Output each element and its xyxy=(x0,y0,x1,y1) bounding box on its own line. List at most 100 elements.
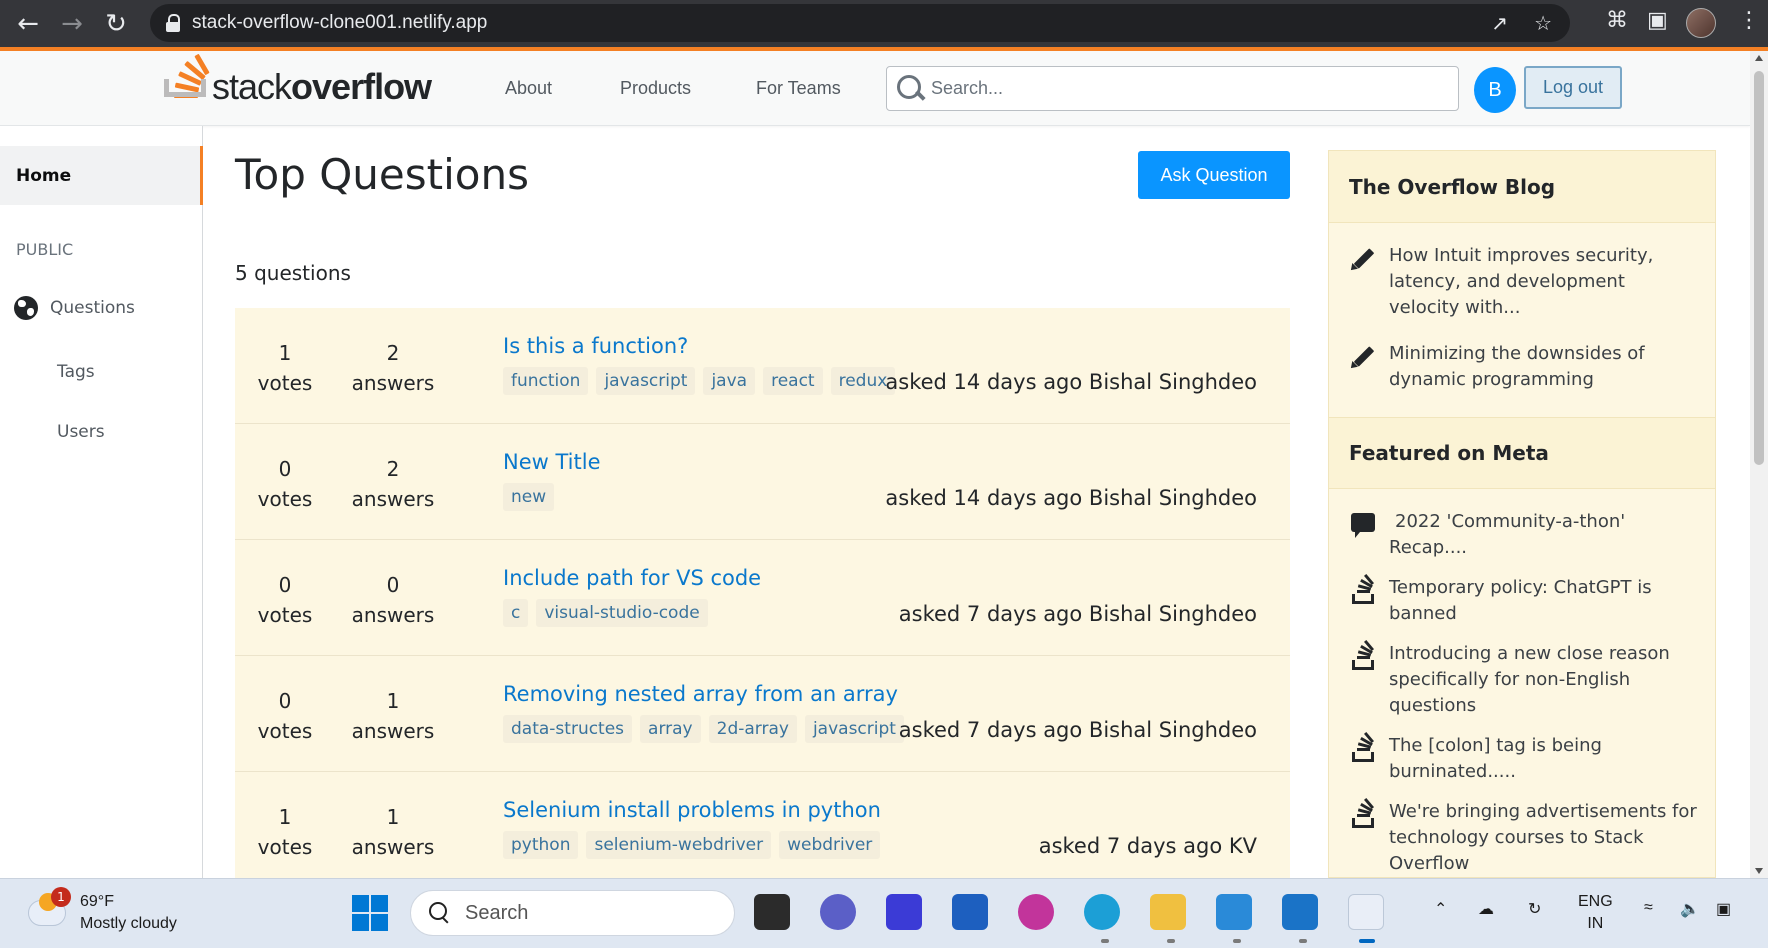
user-avatar[interactable]: B xyxy=(1474,67,1516,113)
back-icon[interactable]: ← xyxy=(6,2,50,46)
photos-icon[interactable] xyxy=(1216,894,1252,930)
question-title-link[interactable]: New Title xyxy=(503,450,600,474)
question-row: 0 votes 1 answers Removing nested array from… xyxy=(235,656,1290,772)
sidebar-item-tags[interactable]: Tags xyxy=(57,362,95,382)
weather-widget[interactable]: 1 69°F Mostly cloudy xyxy=(28,887,177,935)
sidebar-section-public: PUBLIC xyxy=(16,240,74,259)
question-count: 5 questions xyxy=(235,261,351,285)
address-bar[interactable]: stack-overflow-clone001.netlify.app ↗ ☆ xyxy=(150,4,1570,42)
question-row: 0 votes 0 answers Include path for VS code c v… xyxy=(235,540,1290,656)
question-tag[interactable]: function xyxy=(503,367,589,395)
scrollbar-thumb[interactable] xyxy=(1754,71,1764,465)
extension-icon[interactable]: ⌘ xyxy=(1606,8,1628,33)
file-manager-icon[interactable] xyxy=(754,894,790,930)
question-title-link[interactable]: Include path for VS code xyxy=(503,566,761,590)
blog-item[interactable]: How Intuit improves security, latency, a… xyxy=(1329,243,1715,321)
asked-info: asked 7 days ago Bishal Singhdeo xyxy=(898,602,1257,626)
blog-item[interactable]: Minimizing the downsides of dynamic prog… xyxy=(1329,341,1715,393)
edge-browser-icon[interactable] xyxy=(1084,894,1120,930)
sidebar-item-users[interactable]: Users xyxy=(57,422,105,442)
side-panel-icon[interactable]: ▣ xyxy=(1647,8,1668,33)
question-row: 1 votes 2 answers Is this a function? functio… xyxy=(235,308,1290,424)
wifi-icon[interactable]: ≈ xyxy=(1644,899,1653,917)
left-sidebar: Home PUBLIC Questions Tags Users xyxy=(0,126,203,878)
meta-item[interactable]: The [colon] tag is being burninated..... xyxy=(1329,731,1715,785)
sync-icon[interactable]: ↻ xyxy=(1528,899,1541,919)
meta-item-text: Temporary policy: ChatGPT is banned xyxy=(1389,577,1652,624)
reload-icon[interactable]: ↻ xyxy=(94,2,138,46)
blog-item-text: Minimizing the downsides of dynamic prog… xyxy=(1389,343,1645,390)
tag-list: c visual-studio-code xyxy=(503,599,708,627)
search-input[interactable] xyxy=(931,78,1431,99)
chevron-up-icon[interactable]: ⌃ xyxy=(1434,899,1447,919)
question-tag[interactable]: visual-studio-code xyxy=(536,599,708,627)
question-tag[interactable]: python xyxy=(503,831,579,859)
meta-item[interactable]: Temporary policy: ChatGPT is banned xyxy=(1329,573,1715,627)
question-tag[interactable]: webdriver xyxy=(779,831,881,859)
logout-button[interactable]: Log out xyxy=(1524,66,1622,109)
cloud-offline-icon[interactable]: ☁ xyxy=(1478,899,1494,919)
question-tag[interactable]: javascript xyxy=(596,367,696,395)
taskbar-search[interactable]: Search xyxy=(410,890,735,936)
weather-cloud-icon: 1 xyxy=(28,887,71,926)
search-icon xyxy=(429,902,451,924)
asked-info: asked 7 days ago Bishal Singhdeo xyxy=(898,718,1257,742)
office-app-icon[interactable] xyxy=(1018,894,1054,930)
pencil-icon xyxy=(1348,245,1375,273)
nav-about[interactable]: About xyxy=(505,78,552,99)
page-scrollbar[interactable] xyxy=(1750,51,1768,878)
question-title-link[interactable]: Is this a function? xyxy=(503,334,688,358)
sidebar-item-home[interactable]: Home xyxy=(0,146,203,205)
nav-products[interactable]: Products xyxy=(620,78,691,99)
question-tag[interactable]: java xyxy=(703,367,756,395)
globe-icon xyxy=(14,296,38,320)
question-tag[interactable]: c xyxy=(503,599,529,627)
question-tag[interactable]: javascript xyxy=(804,715,904,743)
question-list: 1 votes 2 answers Is this a function? functio… xyxy=(235,308,1290,888)
taskbar-search-label: Search xyxy=(465,901,529,924)
site-logo[interactable]: stackoverflow xyxy=(162,53,432,115)
meta-item-text: We're bringing advertisements for techno… xyxy=(1389,801,1697,874)
vscode-icon[interactable] xyxy=(1282,894,1318,930)
question-title-link[interactable]: Removing nested array from an array xyxy=(503,682,898,706)
volume-icon[interactable]: 🔈 xyxy=(1680,899,1700,919)
asked-info: asked 7 days ago KV xyxy=(1038,834,1257,858)
search-icon xyxy=(895,73,927,105)
forward-icon[interactable]: → xyxy=(50,2,94,46)
stack-overflow-icon xyxy=(1349,731,1375,762)
share-icon[interactable]: ↗ xyxy=(1491,11,1508,35)
meta-heading: Featured on Meta xyxy=(1329,417,1715,489)
ask-question-button[interactable]: Ask Question xyxy=(1138,151,1290,199)
question-tag[interactable]: new xyxy=(503,483,555,511)
windows-start-icon[interactable] xyxy=(352,895,388,931)
profile-avatar[interactable] xyxy=(1686,8,1716,38)
bookmark-star-icon[interactable]: ☆ xyxy=(1534,11,1552,35)
chrome-icon[interactable] xyxy=(1348,894,1384,930)
meta-item[interactable]: 2022 'Community-a-thon' Recap.... xyxy=(1329,509,1715,561)
question-title-link[interactable]: Selenium install problems in python xyxy=(503,798,881,822)
question-tag[interactable]: react xyxy=(763,367,823,395)
teams-chat-icon[interactable] xyxy=(820,894,856,930)
folder-icon[interactable] xyxy=(1150,894,1186,930)
site-header: stackoverflow About Products For Teams B… xyxy=(0,51,1750,126)
battery-icon[interactable]: ▣ xyxy=(1716,899,1731,919)
question-tag[interactable]: 2d-array xyxy=(708,715,797,743)
question-tag[interactable]: selenium-webdriver xyxy=(586,831,772,859)
editor-app-icon[interactable] xyxy=(886,894,922,930)
menu-kebab-icon[interactable]: ⋮ xyxy=(1738,8,1760,33)
sidebar-item-questions[interactable]: Questions xyxy=(14,296,135,320)
question-tag[interactable]: data-structes xyxy=(503,715,633,743)
nav-for-teams[interactable]: For Teams xyxy=(756,78,841,99)
question-tag[interactable]: array xyxy=(640,715,701,743)
language-indicator[interactable]: ENG IN xyxy=(1578,891,1613,935)
stack-overflow-icon xyxy=(1349,639,1375,670)
store-icon[interactable] xyxy=(952,894,988,930)
right-sidebar: The Overflow Blog How Intuit improves se… xyxy=(1328,150,1716,878)
scroll-up-icon[interactable] xyxy=(1755,55,1763,61)
scroll-down-icon[interactable] xyxy=(1755,868,1763,874)
running-indicator xyxy=(1233,939,1241,943)
meta-item-text: The [colon] tag is being burninated..... xyxy=(1389,735,1602,782)
meta-item-text: Introducing a new close reason specifica… xyxy=(1389,643,1670,716)
meta-item[interactable]: We're bringing advertisements for techno… xyxy=(1329,797,1715,877)
meta-item[interactable]: Introducing a new close reason specifica… xyxy=(1329,639,1715,719)
